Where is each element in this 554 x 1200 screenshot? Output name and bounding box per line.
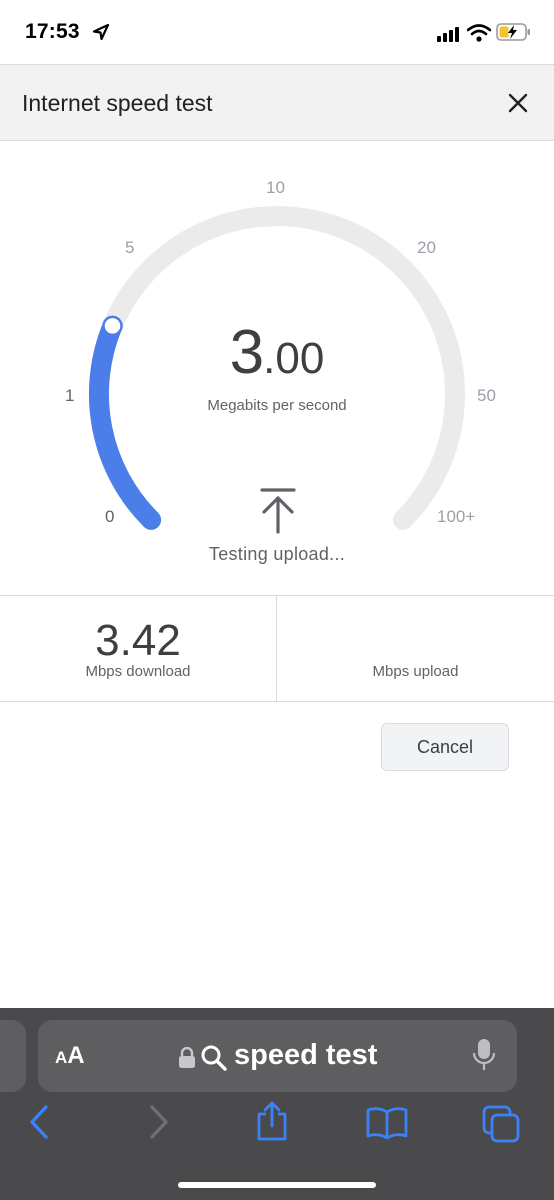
location-arrow-icon	[92, 23, 110, 41]
scale-label-5: 5	[125, 238, 135, 257]
tabs-icon[interactable]	[481, 1104, 521, 1144]
status-bar: 17:53	[0, 0, 554, 64]
previous-tab-address-bar[interactable]	[0, 1020, 26, 1092]
battery-charging-icon	[496, 23, 530, 41]
address-text: speed test	[234, 1039, 378, 1071]
page-title: Internet speed test	[22, 90, 213, 116]
speed-gauge: 0 1 5 10 20 50 100+ 3.00 Megabits per se…	[0, 141, 554, 596]
address-bar[interactable]: AA speed test	[38, 1020, 517, 1092]
current-speed-fraction: .00	[263, 334, 325, 383]
home-indicator	[178, 1182, 376, 1188]
search-result-header: Internet speed test	[0, 64, 554, 141]
current-speed: 3.00	[0, 317, 554, 388]
scale-label-0: 0	[105, 507, 115, 526]
text-size-button[interactable]: AA	[55, 1042, 85, 1070]
upload-result: Mbps upload	[277, 596, 554, 702]
upload-label: Mbps upload	[372, 663, 459, 680]
share-icon[interactable]	[254, 1100, 290, 1142]
back-icon[interactable]	[26, 1104, 52, 1140]
forward-icon[interactable]	[146, 1104, 172, 1140]
text-size-large-letter: A	[67, 1042, 85, 1069]
download-result: 3.42 Mbps download	[0, 596, 277, 702]
bookmarks-icon[interactable]	[366, 1106, 408, 1140]
scale-label-100-plus: 100+	[437, 507, 476, 526]
lock-icon	[179, 1047, 195, 1068]
download-label: Mbps download	[85, 663, 191, 680]
results-panel: 3.42 Mbps download Mbps upload	[0, 595, 554, 702]
wifi-icon	[467, 24, 491, 42]
microphone-icon[interactable]	[473, 1038, 495, 1072]
download-value: 3.42	[95, 616, 181, 665]
test-status-text: Testing upload...	[208, 544, 346, 564]
status-time: 17:53	[25, 20, 80, 43]
cellular-signal-icon	[437, 27, 459, 42]
close-icon[interactable]	[502, 87, 534, 119]
current-speed-integer: 3	[229, 318, 264, 387]
upload-arrow-icon	[260, 488, 296, 534]
scale-label-10: 10	[266, 178, 285, 197]
speed-unit-label: Megabits per second	[207, 397, 347, 414]
text-size-small-letter: A	[55, 1048, 68, 1067]
scale-label-20: 20	[417, 238, 436, 257]
cancel-button[interactable]: Cancel	[381, 723, 509, 771]
search-icon	[201, 1045, 227, 1071]
browser-bottom-bar: AA speed test	[0, 1008, 554, 1200]
